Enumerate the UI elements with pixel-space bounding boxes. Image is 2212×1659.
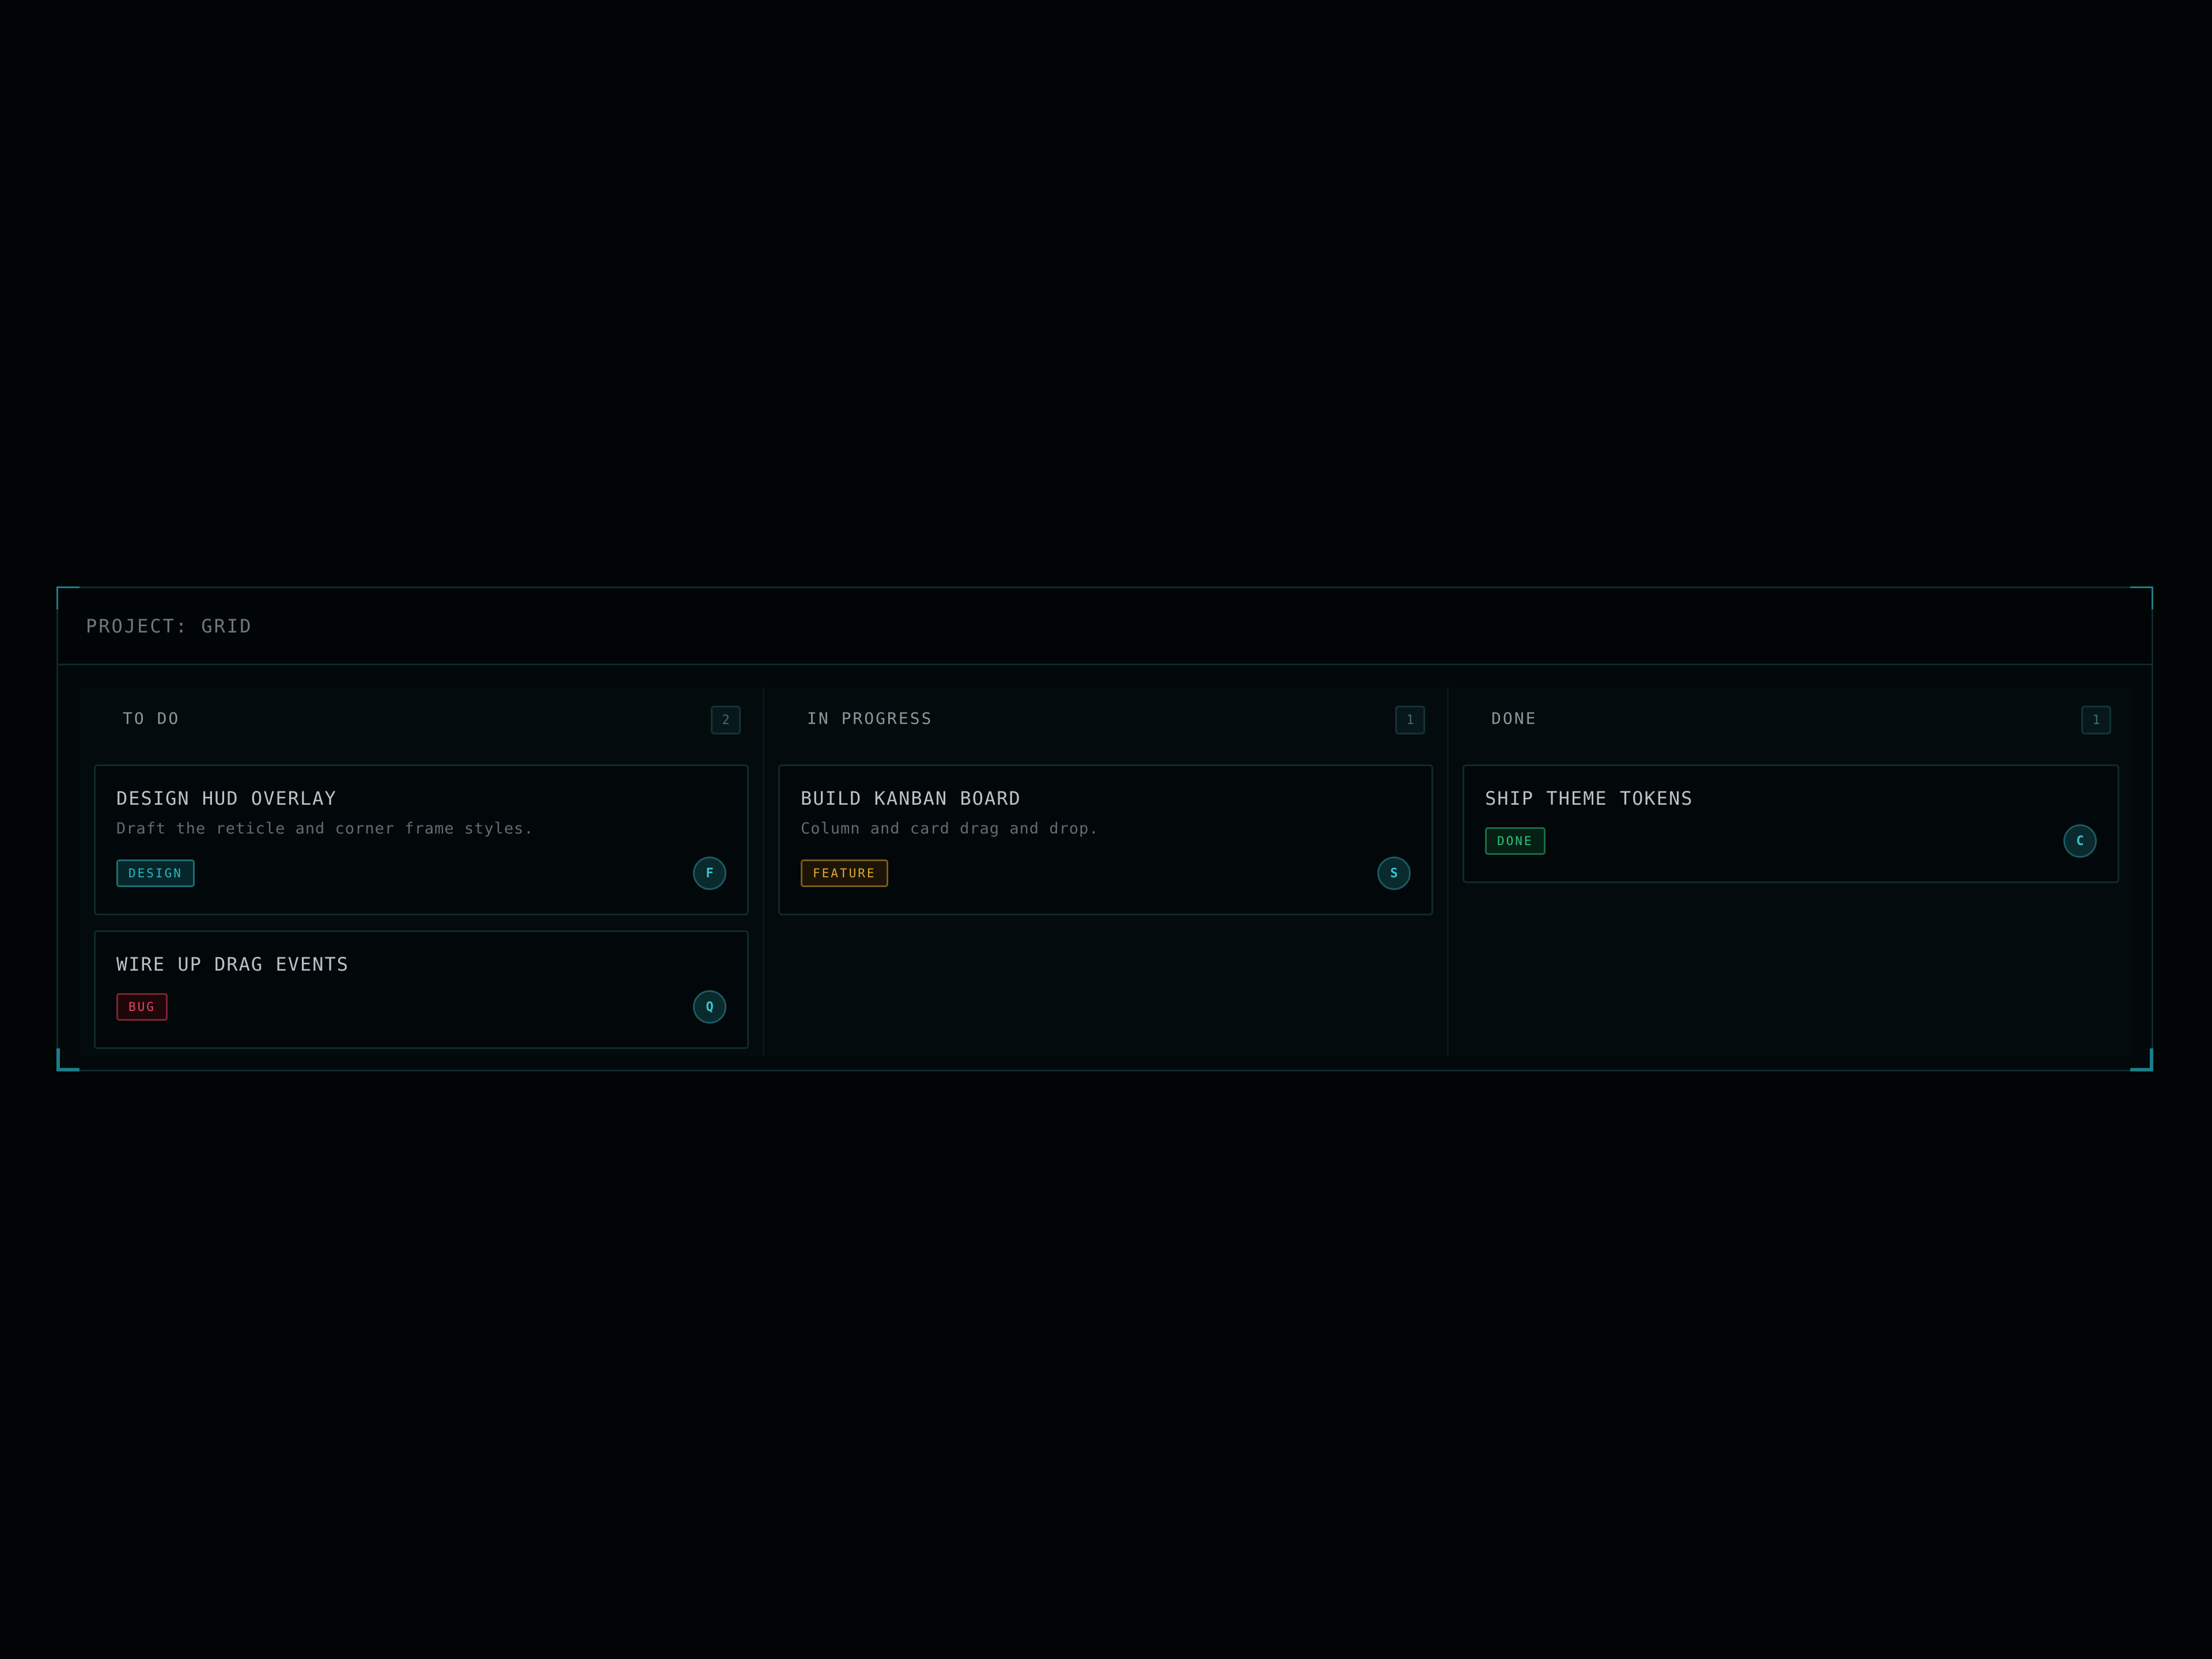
tag-badge: DESIGN bbox=[116, 859, 195, 887]
card-description: Draft the reticle and corner frame style… bbox=[116, 820, 534, 838]
task-card[interactable]: SHIP THEME TOKENS DONE C bbox=[1463, 764, 2119, 883]
column-in-progress[interactable]: IN PROGRESS 1 BUILD KANBAN BOARD Column … bbox=[764, 687, 1449, 1056]
card-title: DESIGN HUD OVERLAY bbox=[116, 787, 337, 809]
column-title: IN PROGRESS bbox=[807, 709, 933, 728]
column-header: IN PROGRESS 1 bbox=[764, 687, 1447, 747]
board-header: PROJECT: GRID bbox=[58, 588, 2152, 665]
column-header: TO DO 2 bbox=[80, 687, 763, 747]
tag-badge: FEATURE bbox=[801, 859, 888, 887]
avatar[interactable]: Q bbox=[693, 990, 726, 1024]
card-description: Column and card drag and drop. bbox=[801, 820, 1099, 838]
tag-badge: DONE bbox=[1485, 827, 1546, 855]
project-title: PROJECT: GRID bbox=[86, 615, 253, 637]
corner-bracket-bottom-left bbox=[56, 1048, 79, 1071]
task-card[interactable]: WIRE UP DRAG EVENTS BUG Q bbox=[94, 930, 749, 1049]
card-footer: DESIGN F bbox=[116, 856, 726, 891]
avatar[interactable]: C bbox=[2063, 824, 2097, 858]
column-count-badge: 1 bbox=[1395, 706, 1425, 734]
tag-badge: BUG bbox=[116, 993, 168, 1021]
kanban-board: PROJECT: GRID TO DO 2 DESIGN HUD OVERLAY… bbox=[56, 586, 2153, 1071]
columns-container: TO DO 2 DESIGN HUD OVERLAY Draft the ret… bbox=[80, 687, 2133, 1056]
task-card[interactable]: DESIGN HUD OVERLAY Draft the reticle and… bbox=[94, 764, 749, 915]
column-count-badge: 2 bbox=[711, 706, 741, 734]
column-title: TO DO bbox=[123, 709, 180, 728]
card-title: WIRE UP DRAG EVENTS bbox=[116, 953, 350, 975]
task-card[interactable]: BUILD KANBAN BOARD Column and card drag … bbox=[778, 764, 1433, 915]
column-header: DONE 1 bbox=[1449, 687, 2133, 747]
card-list: SHIP THEME TOKENS DONE C bbox=[1463, 764, 2119, 898]
avatar[interactable]: F bbox=[693, 857, 726, 890]
column-title: DONE bbox=[1491, 709, 1537, 728]
card-title: BUILD KANBAN BOARD bbox=[801, 787, 1021, 809]
card-footer: DONE C bbox=[1485, 824, 2097, 858]
card-footer: BUG Q bbox=[116, 990, 726, 1024]
avatar[interactable]: S bbox=[1377, 857, 1411, 890]
card-footer: FEATURE S bbox=[801, 856, 1411, 891]
card-list: DESIGN HUD OVERLAY Draft the reticle and… bbox=[94, 764, 749, 1064]
column-count-badge: 1 bbox=[2081, 706, 2111, 734]
card-title: SHIP THEME TOKENS bbox=[1485, 787, 1694, 809]
card-list: BUILD KANBAN BOARD Column and card drag … bbox=[778, 764, 1433, 930]
corner-bracket-bottom-right bbox=[2130, 1048, 2153, 1071]
column-todo[interactable]: TO DO 2 DESIGN HUD OVERLAY Draft the ret… bbox=[80, 687, 764, 1056]
column-done[interactable]: DONE 1 SHIP THEME TOKENS DONE C bbox=[1449, 687, 2133, 1056]
